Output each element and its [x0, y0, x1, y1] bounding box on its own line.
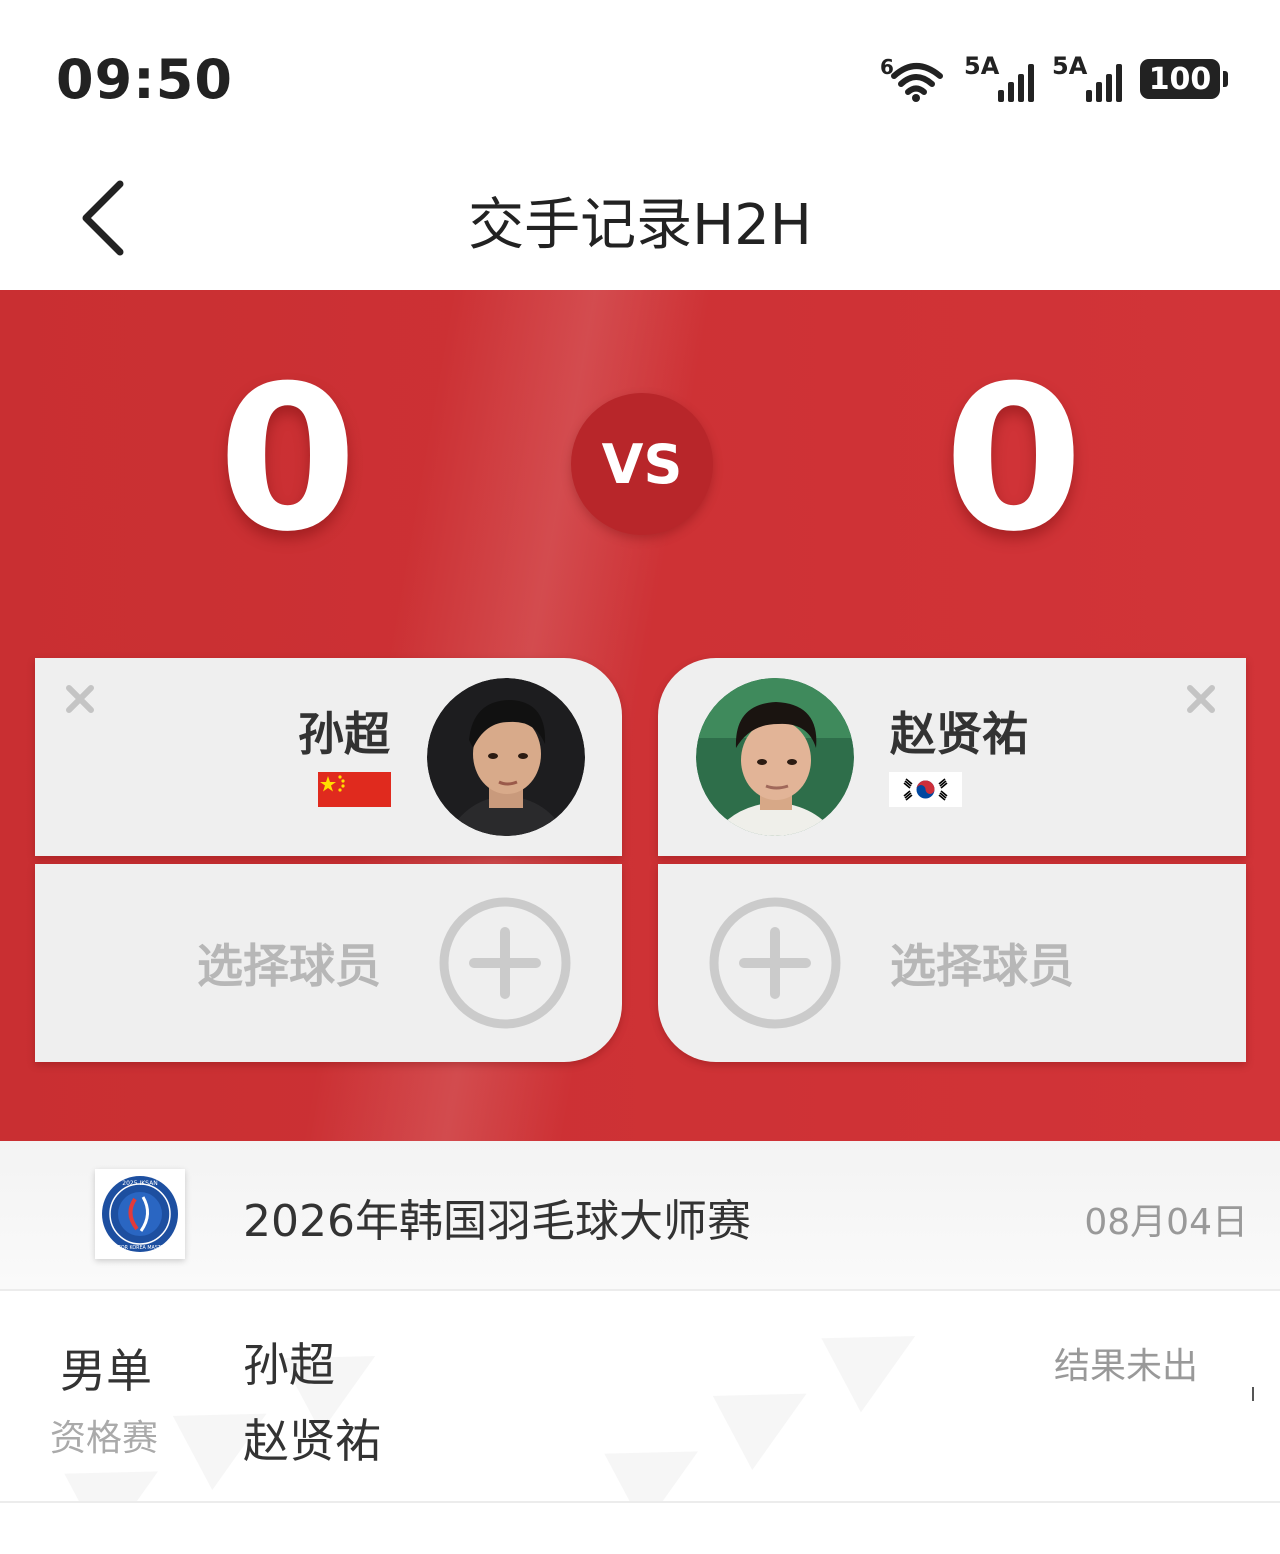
remove-player2-icon[interactable] — [1184, 682, 1218, 716]
match-round: 资格赛 — [50, 1418, 159, 1459]
battery-icon: 100 — [1140, 59, 1228, 99]
korea-flag-icon — [889, 772, 962, 807]
match-result: 结果未出 — [1053, 1346, 1198, 1387]
player1-avatar — [427, 678, 585, 836]
logo-text-bottom: VICTOR KOREA MASTERS — [110, 1245, 170, 1251]
vs-badge: VS — [571, 393, 713, 535]
add-player-icon-right[interactable] — [708, 896, 842, 1030]
battery-level: 100 — [1148, 61, 1212, 97]
china-flag-icon — [318, 772, 391, 807]
status-bar: 09:50 6 5A 5A 100 — [0, 0, 1280, 150]
match-row[interactable]: ▶ ▶ ▶ ▶ ▶ ▶ 男单 资格赛 孙超 赵贤祐 结果未出 — [0, 1291, 1280, 1503]
player2-avatar — [696, 678, 854, 836]
match-player-b: 赵贤祐 — [243, 1414, 381, 1468]
add-player-icon-left[interactable] — [438, 896, 572, 1030]
score-left: 0 — [218, 343, 358, 576]
page-title: 交手记录H2H — [468, 193, 812, 258]
player1-name: 孙超 — [298, 707, 390, 761]
select-player-label-right: 选择球员 — [890, 939, 1074, 993]
signal-label-1: 5A — [964, 52, 1000, 80]
status-time: 09:50 — [56, 48, 233, 111]
wifi-icon: 6 — [880, 55, 946, 102]
tournament-row[interactable]: 2025 IKSAN VICTOR KOREA MASTERS 2026年韩国羽… — [0, 1141, 1280, 1291]
player1-card[interactable]: 孙超 — [35, 658, 622, 856]
status-icons: 6 5A 5A 100 — [880, 52, 1228, 102]
watermark: ▶ ▶ ▶ — [589, 1291, 941, 1501]
app-header: 交手记录H2H — [0, 150, 1280, 290]
player2-card[interactable]: 赵贤祐 — [658, 658, 1246, 856]
signal-label-2: 5A — [1052, 52, 1088, 80]
signal-icon-1: 5A — [964, 52, 1034, 102]
match-event: 男单 — [60, 1344, 152, 1398]
select-partner-left[interactable]: 选择球员 — [35, 864, 622, 1062]
h2h-panel: 0 VS 0 孙超 赵贤祐 选择球员 选择球员 — [0, 290, 1280, 1141]
player2-name: 赵贤祐 — [890, 707, 1028, 761]
scroll-indicator — [1252, 1387, 1254, 1401]
remove-player1-icon[interactable] — [63, 682, 97, 716]
logo-text-top: 2025 IKSAN — [122, 1180, 157, 1187]
tournament-logo: 2025 IKSAN VICTOR KOREA MASTERS — [95, 1169, 185, 1259]
tournament-name: 2026年韩国羽毛球大师赛 — [243, 1196, 751, 1247]
signal-icon-2: 5A — [1052, 52, 1122, 102]
select-partner-right[interactable]: 选择球员 — [658, 864, 1246, 1062]
tournament-date: 08月04日 — [1084, 1202, 1248, 1243]
vs-label: VS — [601, 432, 683, 496]
select-player-label-left: 选择球员 — [197, 939, 381, 993]
score-right: 0 — [944, 343, 1084, 576]
match-player-a: 孙超 — [243, 1338, 335, 1392]
